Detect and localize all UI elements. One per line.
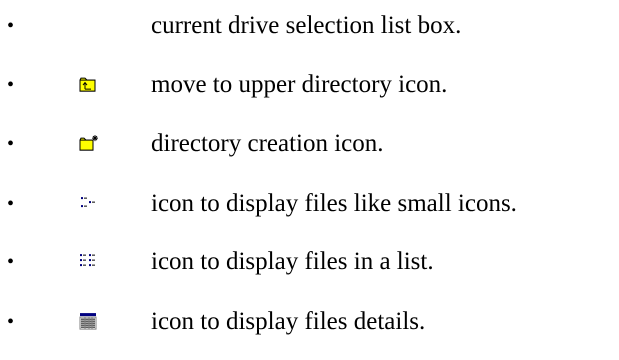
details-view-icon bbox=[79, 312, 97, 330]
list-item: • current drive selection list box. bbox=[0, 6, 619, 46]
item-text: directory creation icon. bbox=[151, 130, 384, 157]
list-item: • directory creation icon. bbox=[0, 124, 619, 164]
item-text: move to upper directory icon. bbox=[151, 71, 448, 98]
item-text: icon to display files like small icons. bbox=[151, 190, 517, 217]
folder-up-icon bbox=[79, 75, 97, 93]
bullet: • bbox=[7, 251, 15, 273]
bullet: • bbox=[7, 133, 15, 155]
bullet: • bbox=[7, 311, 15, 333]
bullet: • bbox=[7, 74, 15, 96]
new-folder-icon bbox=[79, 134, 98, 152]
bullet: • bbox=[7, 15, 15, 37]
item-text: icon to display files in a list. bbox=[151, 248, 434, 275]
small-icons-view-icon bbox=[79, 194, 97, 212]
bullet: • bbox=[7, 193, 15, 215]
list-view-icon bbox=[79, 252, 97, 270]
bullet-list: • current drive selection list box. • mo… bbox=[0, 0, 619, 360]
list-item: • move to upper directory icon. bbox=[0, 65, 619, 105]
item-text: current drive selection list box. bbox=[151, 12, 462, 39]
item-text: icon to display files details. bbox=[151, 308, 426, 335]
list-item: • icon to display files details. bbox=[0, 302, 619, 342]
list-item: • icon to display files in a list. bbox=[0, 242, 619, 282]
list-item: • icon to display files like small icons… bbox=[0, 184, 619, 224]
